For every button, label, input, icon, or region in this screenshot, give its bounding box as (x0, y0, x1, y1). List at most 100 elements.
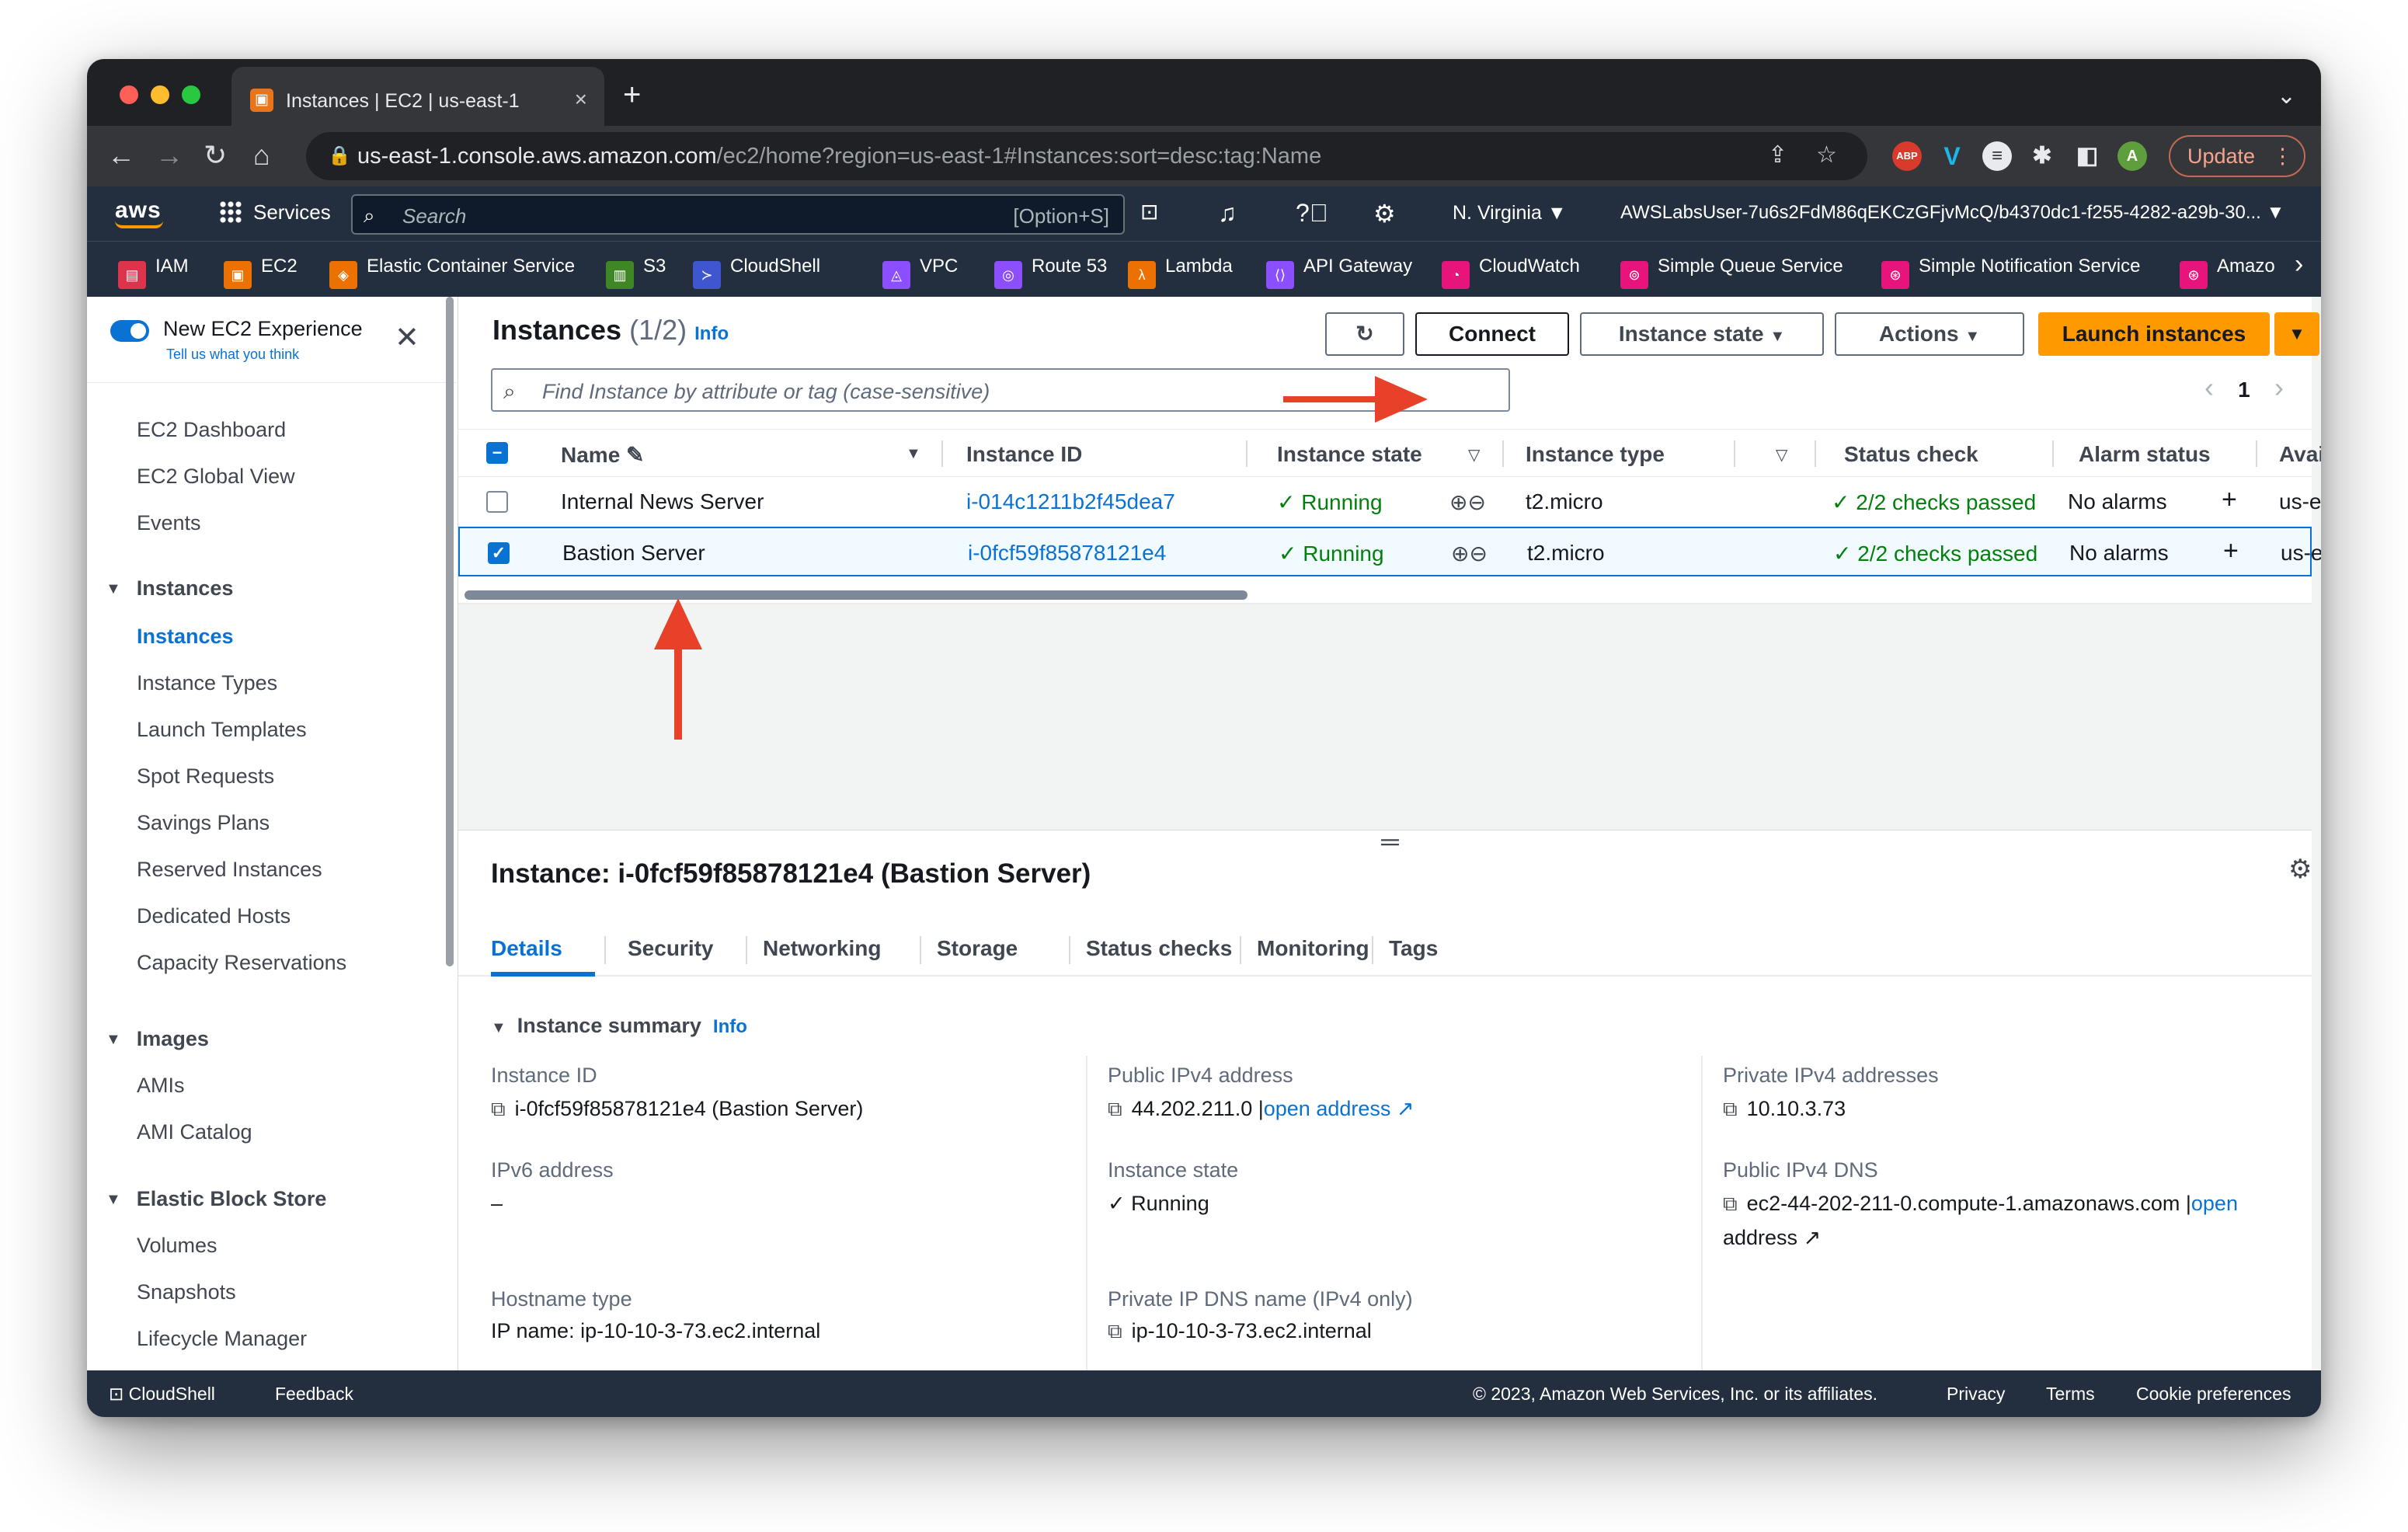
sidebar-item-lifecycle-manager[interactable]: Lifecycle Manager (137, 1327, 307, 1351)
open-link[interactable]: open (2191, 1192, 2238, 1215)
sidebar-item-reserved-instances[interactable]: Reserved Instances (137, 858, 322, 882)
copy-icon[interactable]: ⧉ (1108, 1314, 1122, 1348)
external-link-icon[interactable]: ↗ (1397, 1097, 1415, 1120)
forward-icon[interactable]: → (155, 138, 183, 172)
tab-status-checks[interactable]: Status checks (1086, 936, 1232, 961)
feedback-link[interactable]: Tell us what you think (166, 346, 299, 363)
filter-caret-icon[interactable]: ▽ (1468, 445, 1480, 465)
col-instance-type[interactable]: Instance type (1526, 442, 1665, 467)
favorite-ec2[interactable]: ▣ EC2 (224, 256, 298, 289)
sidebar-item-snapshots[interactable]: Snapshots (137, 1280, 236, 1304)
profile-avatar[interactable]: A (2117, 141, 2147, 171)
favorite-elastic-container-service[interactable]: ◈ Elastic Container Service (329, 256, 575, 289)
refresh-button[interactable]: ↻ (1325, 312, 1404, 356)
sidebar-item-spot-requests[interactable]: Spot Requests (137, 764, 274, 789)
sidebar-item-events[interactable]: Events (137, 511, 201, 535)
favorite-lambda[interactable]: λ Lambda (1128, 256, 1233, 289)
current-page[interactable]: 1 (2238, 378, 2250, 402)
row-checkbox[interactable]: ✓ (488, 542, 510, 564)
sidebar-item-ec2-global-view[interactable]: EC2 Global View (137, 465, 295, 489)
favorite-amazo[interactable]: ⊛ Amazo (2180, 256, 2275, 289)
favorite-route-53[interactable]: ◎ Route 53 (994, 256, 1107, 289)
next-page-icon[interactable]: › (2274, 371, 2284, 403)
sidebar-item-capacity-reservations[interactable]: Capacity Reservations (137, 951, 346, 975)
account-menu[interactable]: AWSLabsUser-7u6s2FdM86qEKCzGFjvMcQ/b4370… (1620, 202, 2304, 224)
detail-settings-gear-icon[interactable]: ⚙ (2288, 854, 2312, 885)
search-input[interactable]: ⌕ Search [Option+S] (351, 194, 1125, 235)
instance-state-button[interactable]: Instance state ▼ (1580, 312, 1824, 356)
sidebar-item-amis[interactable]: AMIs (137, 1074, 185, 1098)
sort-caret-icon[interactable]: ▼ (906, 445, 921, 463)
summary-info-link[interactable]: Info (713, 1016, 747, 1037)
info-link[interactable]: Info (694, 323, 729, 344)
new-tab-icon[interactable]: + (623, 79, 641, 110)
sidebar-item-launch-templates[interactable]: Launch Templates (137, 718, 307, 742)
tab-networking[interactable]: Networking (763, 936, 881, 961)
prev-page-icon[interactable]: ‹ (2204, 371, 2214, 403)
extensions-puzzle-icon[interactable]: ✱ (2027, 141, 2057, 171)
copy-icon[interactable]: ⧉ (1108, 1092, 1122, 1126)
sidebar-item-ami-catalog[interactable]: AMI Catalog (137, 1120, 252, 1144)
filter-caret-icon[interactable]: ▽ (1776, 445, 1787, 465)
favorite-cloudwatch[interactable]: ◔ CloudWatch (1442, 256, 1580, 289)
sidebar-section-elastic-block-store[interactable]: ▼ Elastic Block Store (106, 1187, 326, 1211)
copy-icon[interactable]: ⧉ (491, 1092, 506, 1126)
sidebar-item-ec2-dashboard[interactable]: EC2 Dashboard (137, 418, 286, 442)
table-row[interactable]: ✓ Bastion Server i-0fcf59f85878121e4 ✓ Runn… (458, 527, 2321, 576)
browser-tab[interactable]: ▣ Instances | EC2 | us-east-1 × (231, 67, 604, 126)
zoom-icons[interactable]: ⊕⊖ (1451, 541, 1488, 566)
launch-instances-button[interactable]: Launch instances (2038, 312, 2270, 356)
connect-button[interactable]: Connect (1415, 312, 1569, 356)
bookmark-star-icon[interactable]: ☆ (1816, 141, 1837, 169)
aws-logo[interactable]: aws (115, 197, 163, 228)
new-experience-toggle[interactable] (110, 320, 149, 342)
public-dns-open-address[interactable]: address ↗ (1723, 1220, 1821, 1255)
table-row[interactable]: Internal News Server i-014c1211b2f45dea7 ✓… (458, 477, 2321, 527)
settings-gear-icon[interactable]: ⚙ (1373, 199, 1396, 228)
reload-icon[interactable]: ↻ (204, 138, 227, 172)
sidebar-section-instances[interactable]: ▼ Instances (106, 576, 233, 601)
cell-instance-id[interactable]: i-0fcf59f85878121e4 (968, 541, 1166, 566)
side-panel-icon[interactable]: ◧ (2072, 141, 2102, 171)
home-icon[interactable]: ⌂ (253, 138, 270, 172)
cloudshell-icon[interactable]: ⊡ (1140, 199, 1158, 225)
footer-cloudshell[interactable]: ⊡ CloudShell (109, 1384, 215, 1405)
favorites-overflow-chevron-icon[interactable]: › (2295, 249, 2303, 280)
sidebar-item-instances[interactable]: Instances (137, 625, 234, 649)
favorite-api-gateway[interactable]: ⟨⟩ API Gateway (1266, 256, 1412, 289)
vimeo-extension-icon[interactable]: V (1937, 141, 1967, 171)
col-instance-id[interactable]: Instance ID (966, 442, 1082, 467)
open-address-link[interactable]: open address (1264, 1097, 1391, 1120)
close-tab-icon[interactable]: × (575, 87, 587, 112)
instance-summary-header[interactable]: ▼ Instance summary Info (491, 1014, 747, 1038)
maximize-window-button[interactable] (182, 85, 200, 104)
tab-security[interactable]: Security (628, 936, 714, 961)
col-instance-state[interactable]: Instance state (1277, 442, 1422, 467)
region-selector[interactable]: N. Virginia ▼ (1453, 202, 1567, 225)
tab-details[interactable]: Details (491, 936, 562, 961)
find-instance-input[interactable]: ⌕ Find Instance by attribute or tag (case… (491, 368, 1510, 412)
favorite-simple-notification-service[interactable]: ⊛ Simple Notification Service (1881, 256, 2140, 289)
row-checkbox[interactable] (486, 491, 508, 513)
sidebar-section-images[interactable]: ▼ Images (106, 1027, 209, 1051)
favorite-iam[interactable]: ▤ IAM (118, 256, 189, 289)
add-alarm-icon[interactable]: + (2222, 485, 2237, 515)
copy-icon[interactable]: ⧉ (1723, 1186, 1738, 1220)
favorite-vpc[interactable]: ◬ VPC (882, 256, 958, 289)
col-alarm-status[interactable]: Alarm status (2079, 442, 2211, 467)
minimize-window-button[interactable] (151, 85, 169, 104)
footer-privacy[interactable]: Privacy (1947, 1384, 2005, 1405)
url-bar[interactable]: 🔒 us-east-1.console.aws.amazon.com/ec2/h… (306, 132, 1867, 180)
copy-icon[interactable]: ⧉ (1723, 1092, 1738, 1126)
close-window-button[interactable] (120, 85, 138, 104)
resize-handle-icon[interactable]: ═ (1381, 827, 1399, 856)
tab-monitoring[interactable]: Monitoring (1257, 936, 1369, 961)
actions-button[interactable]: Actions ▼ (1835, 312, 2024, 356)
sidebar-item-volumes[interactable]: Volumes (137, 1234, 217, 1258)
footer-feedback[interactable]: Feedback (275, 1384, 353, 1405)
zoom-icons[interactable]: ⊕⊖ (1449, 489, 1486, 515)
add-alarm-icon[interactable]: + (2223, 536, 2239, 566)
update-button[interactable]: Update ⋮ (2169, 135, 2305, 177)
col-status-check[interactable]: Status check (1844, 442, 1978, 467)
tab-list-chevron-icon[interactable]: ⌄ (2277, 82, 2296, 110)
